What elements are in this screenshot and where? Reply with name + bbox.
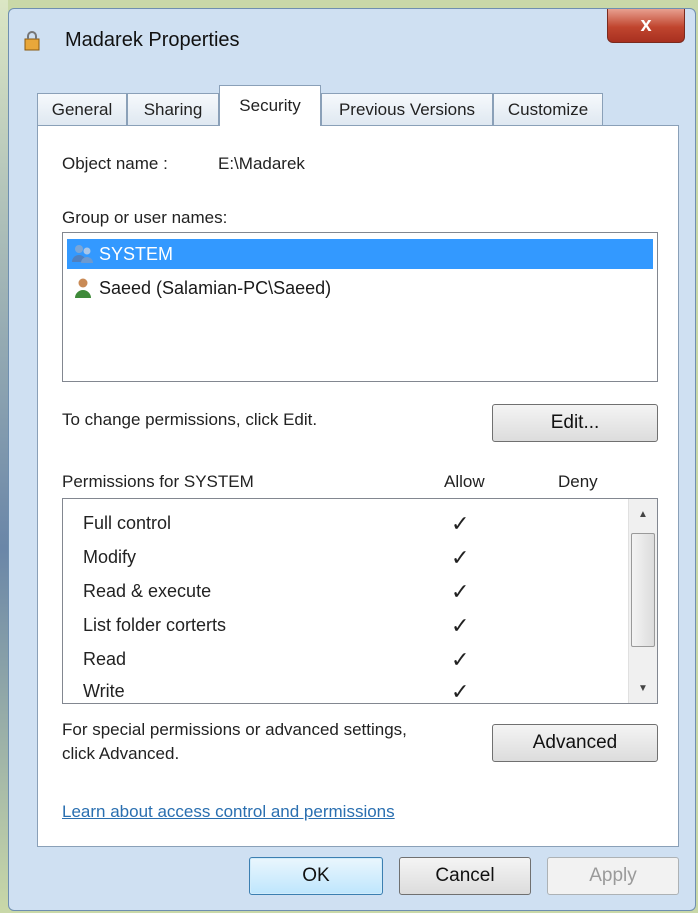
permission-row: Modify ✓ [63,541,625,575]
allow-check-icon: ✓ [451,511,470,536]
lock-icon [24,31,40,51]
ok-button[interactable]: OK [249,857,383,895]
group-label: Group or user names: [62,208,228,227]
cancel-button[interactable]: Cancel [399,857,531,895]
user-icon [75,278,91,298]
permission-name: List folder corterts [83,615,227,635]
tab-general[interactable]: General [37,93,127,125]
users-group-icon [72,245,93,263]
user-item-system[interactable]: SYSTEM [67,239,653,269]
object-name-label: Object name : [62,154,168,173]
scroll-up-icon[interactable]: ▲ [629,499,657,529]
tab-sharing[interactable]: Sharing [127,93,219,125]
permission-name: Full control [83,513,172,533]
apply-button[interactable]: Apply [547,857,679,895]
permission-row: Read & execute ✓ [63,575,625,609]
permission-row: List folder corterts ✓ [63,609,625,643]
window-title: Madarek Properties [65,29,240,51]
allow-header: Allow [444,472,485,491]
allow-check-icon: ✓ [451,679,470,704]
allow-check-icon: ✓ [451,613,470,638]
scroll-thumb[interactable] [631,533,655,647]
edit-button-label: Edit... [550,412,600,433]
advanced-button[interactable]: Advanced [492,724,658,762]
user-item-saeed[interactable]: Saeed (Salamian-PC\Saeed) [67,273,653,303]
permissions-list[interactable]: Full control ✓ Modify ✓ Read & execute ✓… [62,498,658,704]
permission-name: Write [83,681,125,701]
allow-check-icon: ✓ [451,545,470,570]
special-permissions-text: For special permissions or advanced sett… [62,720,407,739]
user-item-label: Saeed (Salamian-PC\Saeed) [99,277,332,298]
permission-name: Read & execute [83,581,212,601]
edit-button[interactable]: Edit... [492,404,658,442]
tab-previous-versions[interactable]: Previous Versions [321,93,493,125]
object-name-value: E:\Madarek [218,154,305,173]
security-panel: Object name : E:\Madarek Group or user n… [37,125,679,847]
deny-header: Deny [558,472,598,491]
advanced-button-label: Advanced [532,732,618,753]
user-item-label: SYSTEM [99,243,174,264]
permissions-scrollbar[interactable]: ▲ ▼ [628,499,657,703]
scroll-down-icon[interactable]: ▼ [629,673,657,703]
close-button[interactable]: x [607,9,685,43]
users-listbox[interactable]: SYSTEM Saeed (Salamian-PC\Saeed) [62,232,658,382]
allow-check-icon: ✓ [451,647,470,672]
permission-name: Read [83,649,127,669]
allow-check-icon: ✓ [451,579,470,604]
permission-name: Modify [83,547,137,567]
title-bar: Madarek Properties x [9,9,695,73]
ok-button-label: OK [302,865,330,886]
special-permissions-text-2: click Advanced. [62,744,180,763]
desktop-edge [0,0,8,913]
tab-security[interactable]: Security [219,85,321,126]
permission-row: Write ✓ [63,675,625,704]
permission-row: Full control ✓ [63,507,625,541]
cancel-button-label: Cancel [435,865,495,886]
permission-row: Read ✓ [63,643,625,677]
tab-customize[interactable]: Customize [493,93,603,125]
learn-link[interactable]: Learn about access control and permissio… [62,802,395,822]
change-permissions-text: To change permissions, click Edit. [62,410,318,429]
apply-button-label: Apply [589,865,637,886]
properties-dialog: Madarek Properties x General Sharing Sec… [8,8,696,911]
permissions-label: Permissions for SYSTEM [62,472,254,491]
